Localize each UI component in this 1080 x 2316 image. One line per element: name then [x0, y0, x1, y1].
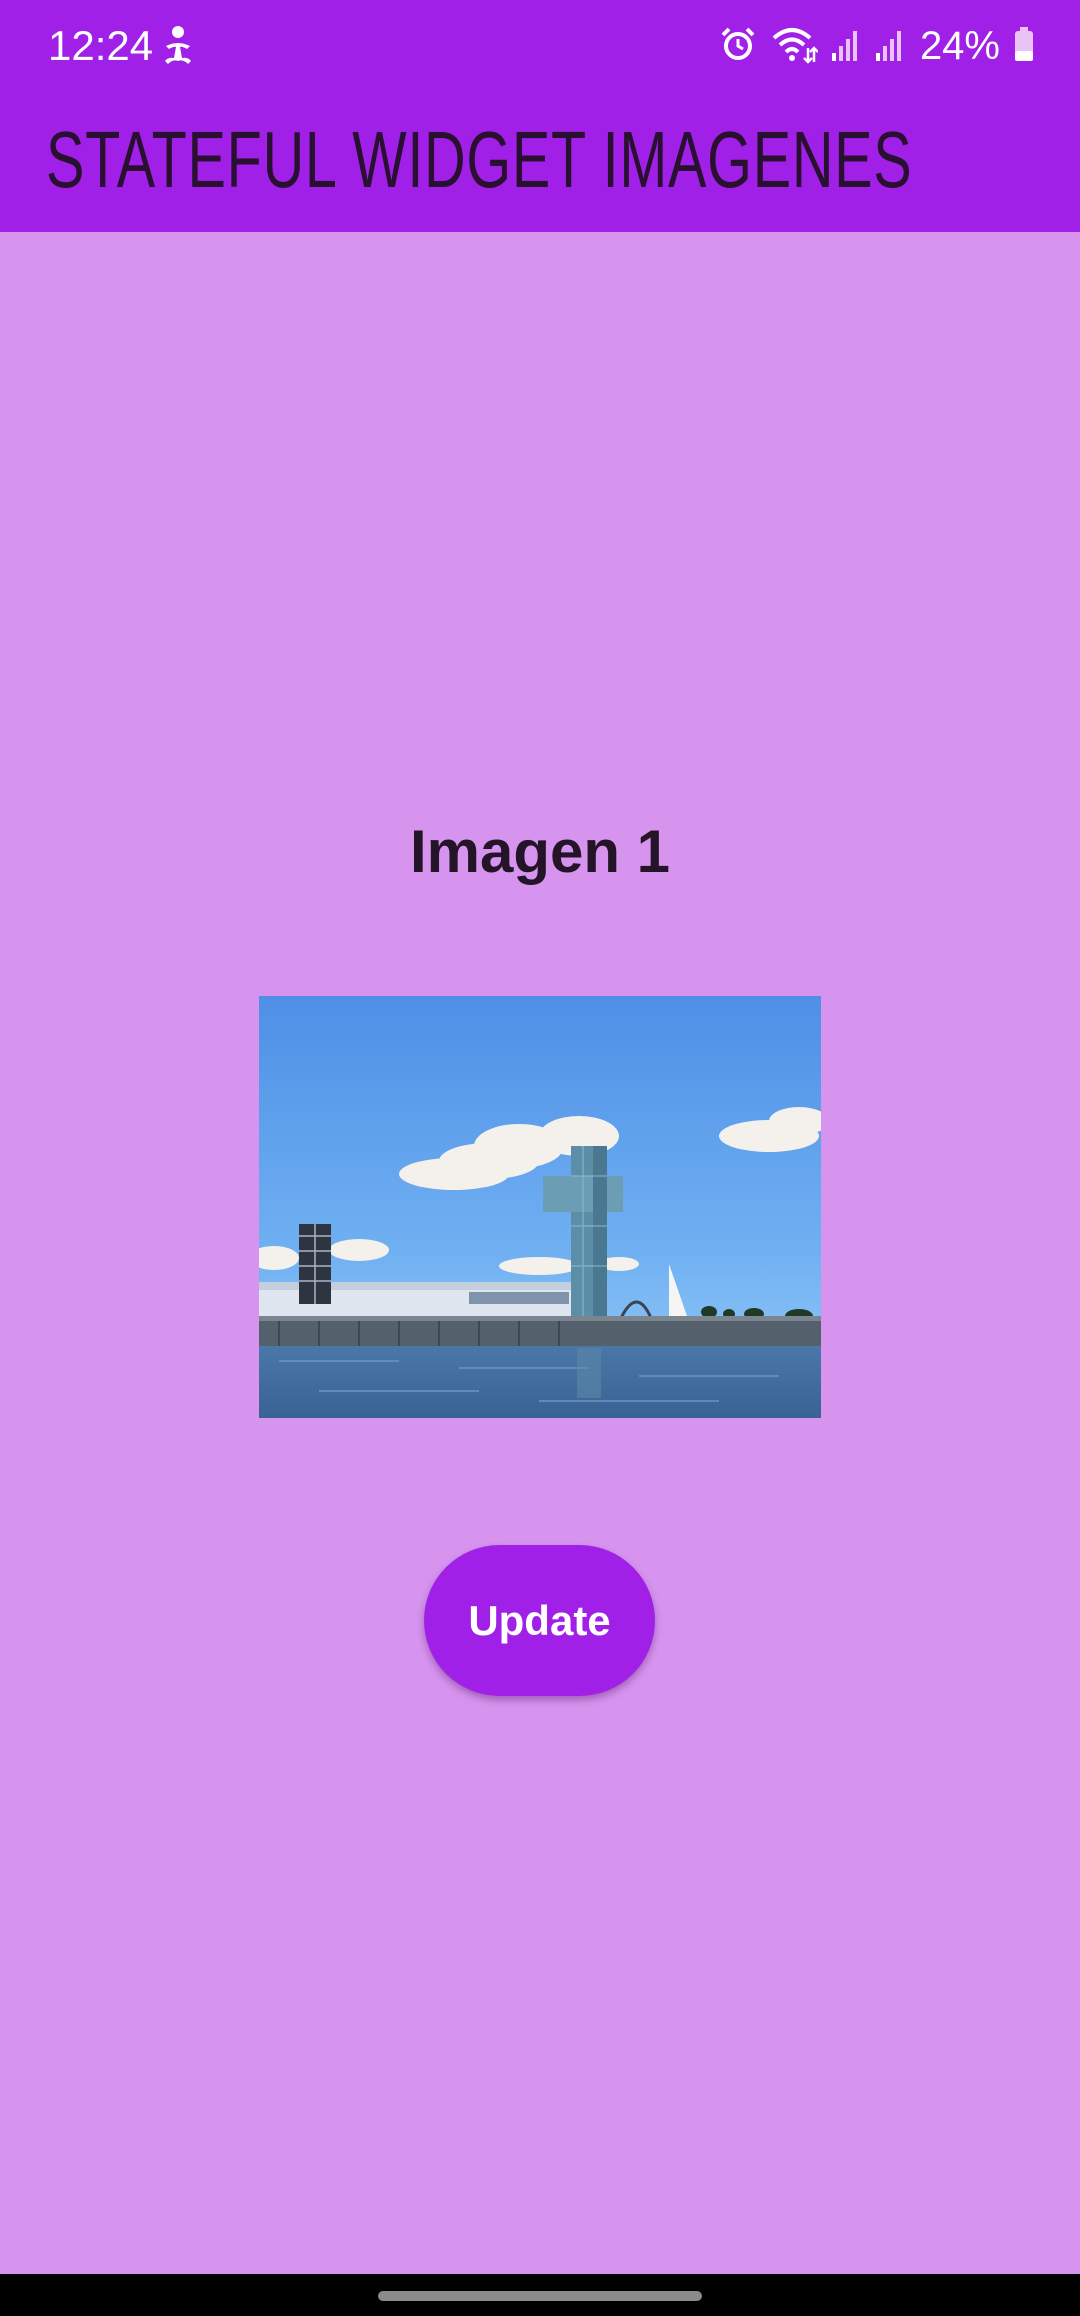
signal-icon — [831, 27, 862, 65]
image-title: Imagen 1 — [409, 818, 671, 885]
status-bar: 12:24 24% — [0, 0, 1080, 92]
home-gesture-handle[interactable] — [378, 2291, 702, 2301]
accessibility-icon — [158, 24, 198, 68]
signal-icon-2 — [875, 27, 906, 65]
status-time: 12:24 — [48, 22, 154, 69]
wifi-icon — [770, 24, 819, 68]
battery-percentage: 24% — [919, 24, 1000, 68]
alarm-icon — [720, 26, 756, 66]
waterfront-photo — [259, 996, 821, 1418]
app-screen: 12:24 24% STATEFUL WIDGET IMAGENES Image… — [0, 0, 1080, 2316]
battery-icon — [1014, 27, 1034, 65]
update-button[interactable]: Update — [424, 1545, 655, 1696]
app-title: STATEFUL WIDGET IMAGENES — [46, 115, 913, 204]
status-icons: 24% — [720, 18, 1034, 74]
navigation-bar — [0, 2274, 1080, 2316]
app-bar: STATEFUL WIDGET IMAGENES — [0, 92, 1080, 232]
